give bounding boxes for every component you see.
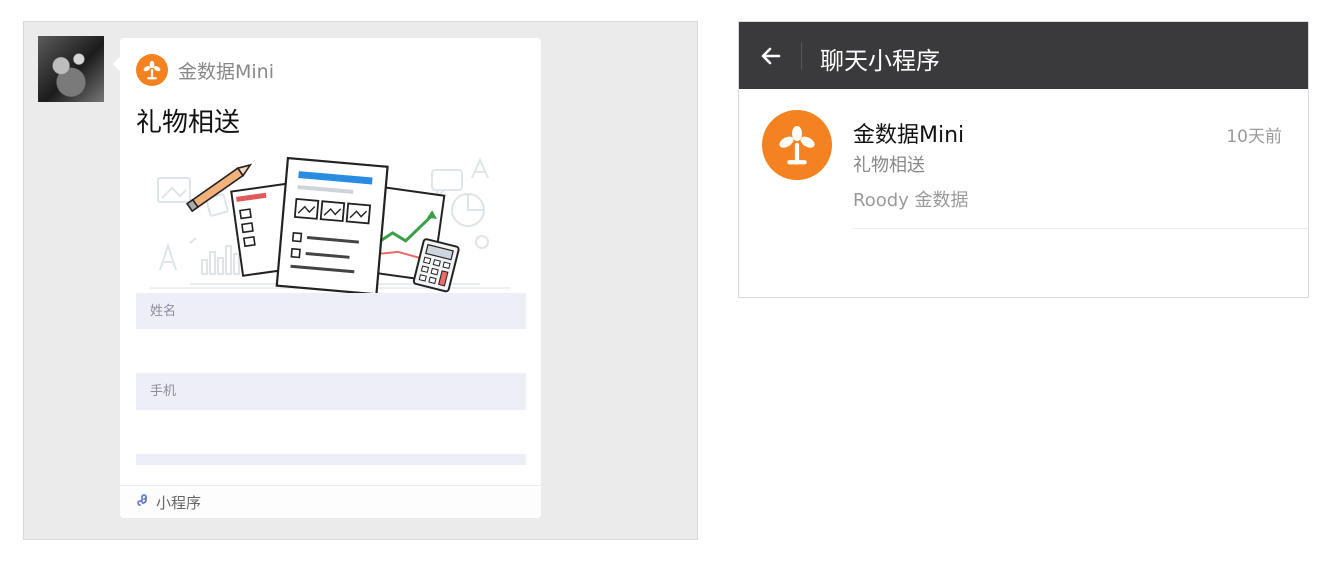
item-user: Roody 金数据 xyxy=(853,190,969,211)
card-title: 礼物相送 xyxy=(136,108,241,138)
chat-panel: 金数据Mini 礼物相送 姓名 手机 小程序 xyxy=(23,21,698,540)
form-field-partial xyxy=(136,454,526,465)
divider xyxy=(853,228,1308,229)
list-item[interactable]: 金数据Mini 礼物相送 Roody 金数据 10天前 xyxy=(739,89,1308,230)
page-title: 聊天小程序 xyxy=(820,47,940,75)
form-field-phone-label: 手机 xyxy=(136,373,526,410)
mini-program-icon xyxy=(136,492,152,512)
card-footer: 小程序 xyxy=(120,485,541,518)
bubble-tail xyxy=(112,57,120,71)
item-name: 金数据Mini xyxy=(853,123,965,148)
card-header: 金数据Mini xyxy=(136,54,274,86)
mini-program-list-panel: 聊天小程序 金数据Mini 礼物相送 Roody 金数据 10天前 xyxy=(738,21,1309,298)
topbar: 聊天小程序 xyxy=(739,22,1308,89)
card-app-name: 金数据Mini xyxy=(178,60,274,83)
logo-icon xyxy=(762,110,832,180)
form-field-name-label: 姓名 xyxy=(136,293,526,329)
item-subtitle: 礼物相送 xyxy=(853,155,925,176)
back-button[interactable] xyxy=(753,38,789,74)
document-illustration xyxy=(150,156,510,296)
mini-program-card[interactable]: 金数据Mini 礼物相送 姓名 手机 小程序 xyxy=(120,38,541,518)
logo-icon xyxy=(136,54,168,86)
topbar-divider xyxy=(801,42,802,70)
avatar[interactable] xyxy=(38,36,104,102)
item-time: 10天前 xyxy=(1226,127,1282,147)
back-arrow-icon xyxy=(761,47,781,65)
footer-label: 小程序 xyxy=(156,493,202,512)
